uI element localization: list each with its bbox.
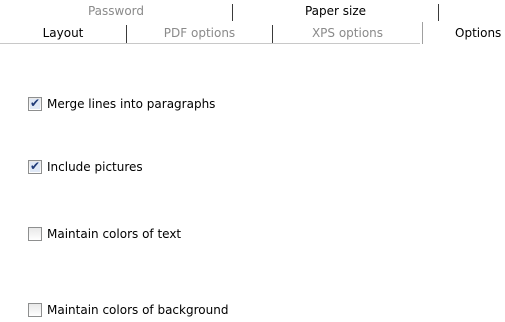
merge-lines-checkbox[interactable]: ✔	[28, 96, 42, 111]
check-icon: ✔	[29, 96, 41, 110]
merge-lines-label: Merge lines into paragraphs	[47, 97, 216, 111]
maintain-background-colors-label: Maintain colors of background	[47, 303, 229, 317]
tab-paper-size[interactable]: Paper size	[233, 0, 438, 22]
tab-panel-border	[0, 43, 420, 44]
include-pictures-label: Include pictures	[47, 160, 143, 174]
tab-layout[interactable]: Layout	[0, 22, 126, 44]
tab-unnamed[interactable]	[439, 0, 505, 22]
include-pictures-checkbox[interactable]: ✔	[28, 159, 42, 174]
option-include-pictures[interactable]: ✔ Include pictures	[28, 158, 143, 176]
option-maintain-background-colors[interactable]: Maintain colors of background	[28, 301, 228, 319]
tab-row-front: Layout PDF options XPS options Options	[0, 22, 505, 44]
option-maintain-text-colors[interactable]: Maintain colors of text	[28, 225, 181, 243]
maintain-text-colors-checkbox[interactable]	[28, 227, 42, 241]
tab-options[interactable]: Options	[422, 22, 505, 44]
tab-pdf-options[interactable]: PDF options	[127, 22, 272, 44]
tab-row-back: Password Paper size	[0, 0, 505, 22]
check-icon: ✔	[29, 159, 41, 173]
option-merge-lines[interactable]: ✔ Merge lines into paragraphs	[28, 95, 215, 113]
tab-xps-options[interactable]: XPS options	[273, 22, 422, 44]
tab-password[interactable]: Password	[0, 0, 232, 22]
maintain-background-colors-checkbox[interactable]	[28, 303, 42, 317]
maintain-text-colors-label: Maintain colors of text	[47, 227, 182, 241]
